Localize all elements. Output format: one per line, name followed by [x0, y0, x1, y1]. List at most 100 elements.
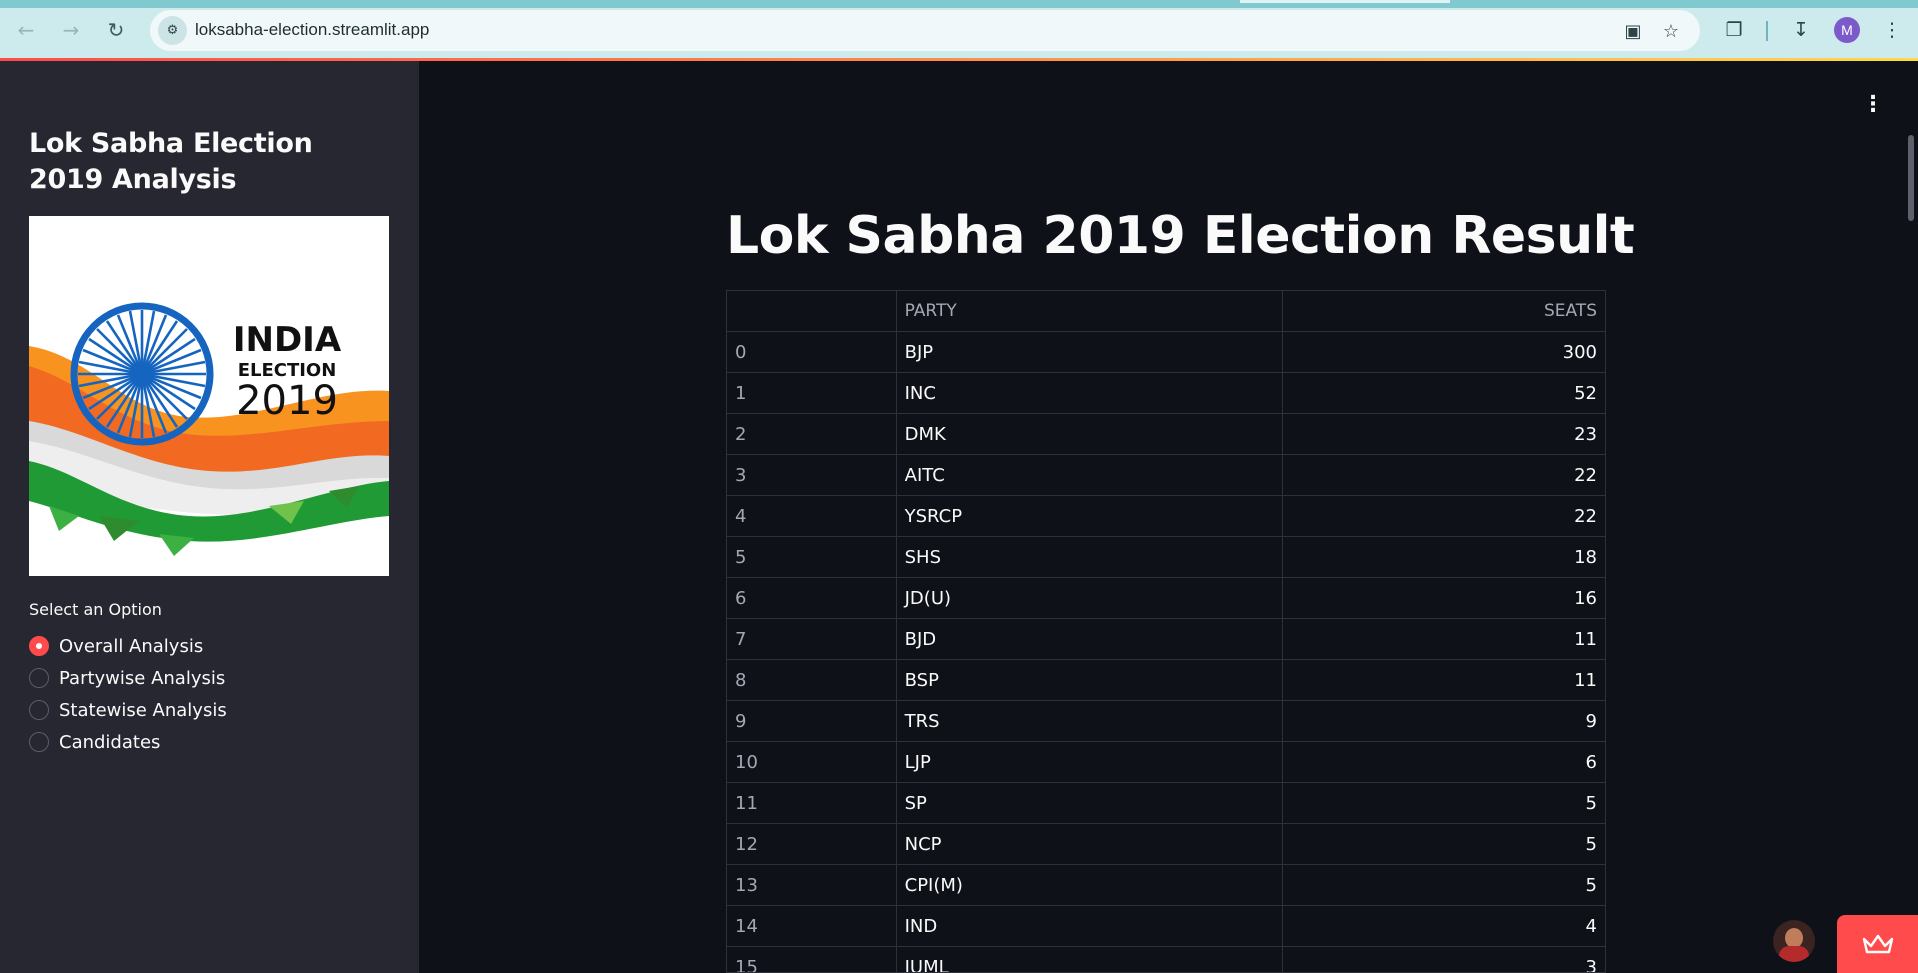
- seats-cell[interactable]: 5: [1283, 824, 1605, 865]
- table-row[interactable]: 0 BJP 300: [727, 332, 1605, 373]
- party-column-header[interactable]: PARTY: [897, 291, 1283, 332]
- row-index[interactable]: 4: [727, 496, 897, 537]
- seats-cell[interactable]: 300: [1283, 332, 1605, 373]
- browser-menu-icon[interactable]: ⋮: [1876, 14, 1908, 46]
- table-row[interactable]: 2 DMK 23: [727, 414, 1605, 455]
- radio-partywise-analysis[interactable]: Partywise Analysis: [29, 662, 227, 694]
- streamlit-crown-button[interactable]: [1837, 915, 1918, 973]
- seats-cell[interactable]: 18: [1283, 537, 1605, 578]
- radio-label[interactable]: Candidates: [59, 732, 160, 753]
- radio-label[interactable]: Partywise Analysis: [59, 668, 225, 689]
- page-scrollbar[interactable]: [1908, 135, 1914, 221]
- radio-candidates[interactable]: Candidates: [29, 726, 227, 758]
- row-index[interactable]: 1: [727, 373, 897, 414]
- party-cell[interactable]: CPI(M): [897, 865, 1283, 906]
- election-graphic: INDIA ELECTION 2019: [29, 302, 389, 556]
- seats-cell[interactable]: 5: [1283, 865, 1605, 906]
- seats-cell[interactable]: 4: [1283, 906, 1605, 947]
- row-index[interactable]: 15: [727, 947, 897, 972]
- row-index[interactable]: 14: [727, 906, 897, 947]
- seats-cell[interactable]: 6: [1283, 742, 1605, 783]
- row-index[interactable]: 3: [727, 455, 897, 496]
- party-cell[interactable]: BSP: [897, 660, 1283, 701]
- seats-column-header[interactable]: SEATS: [1283, 291, 1605, 332]
- seats-cell[interactable]: 23: [1283, 414, 1605, 455]
- party-cell[interactable]: DMK: [897, 414, 1283, 455]
- page-title: Lok Sabha 2019 Election Result: [726, 206, 1635, 266]
- row-index[interactable]: 11: [727, 783, 897, 824]
- row-index[interactable]: 6: [727, 578, 897, 619]
- table-row[interactable]: 13 CPI(M) 5: [727, 865, 1605, 906]
- row-index[interactable]: 7: [727, 619, 897, 660]
- party-cell[interactable]: TRS: [897, 701, 1283, 742]
- party-cell[interactable]: IUML: [897, 947, 1283, 972]
- radio-label[interactable]: Overall Analysis: [59, 636, 203, 657]
- row-index[interactable]: 5: [727, 537, 897, 578]
- row-index[interactable]: 12: [727, 824, 897, 865]
- party-cell[interactable]: IND: [897, 906, 1283, 947]
- install-app-icon[interactable]: ▣: [1620, 18, 1646, 44]
- table-row[interactable]: 15 IUML 3: [727, 947, 1605, 972]
- analysis-radio-group: Overall Analysis Partywise Analysis Stat…: [29, 630, 227, 758]
- election-results-table[interactable]: PARTY SEATS 0 BJP 300 1 INC 52 2 DMK 23 3 AITC 22 4 Y…: [726, 290, 1606, 973]
- address-bar[interactable]: ⚙ loksabha-election.streamlit.app ▣ ☆: [150, 10, 1700, 51]
- table-row[interactable]: 14 IND 4: [727, 906, 1605, 947]
- row-index[interactable]: 13: [727, 865, 897, 906]
- table-row[interactable]: 3 AITC 22: [727, 455, 1605, 496]
- radio-statewise-analysis[interactable]: Statewise Analysis: [29, 694, 227, 726]
- seats-cell[interactable]: 16: [1283, 578, 1605, 619]
- row-index[interactable]: 0: [727, 332, 897, 373]
- party-cell[interactable]: BJP: [897, 332, 1283, 373]
- party-cell[interactable]: INC: [897, 373, 1283, 414]
- url-text[interactable]: loksabha-election.streamlit.app: [195, 20, 429, 40]
- seats-cell[interactable]: 5: [1283, 783, 1605, 824]
- radio-button[interactable]: [29, 700, 49, 720]
- party-cell[interactable]: JD(U): [897, 578, 1283, 619]
- radio-label[interactable]: Statewise Analysis: [59, 700, 227, 721]
- seats-cell[interactable]: 11: [1283, 660, 1605, 701]
- index-column-header: [727, 291, 897, 332]
- bookmark-star-icon[interactable]: ☆: [1658, 18, 1684, 44]
- image-line1: INDIA: [233, 320, 342, 360]
- download-icon[interactable]: ↧: [1785, 14, 1817, 46]
- row-index[interactable]: 2: [727, 414, 897, 455]
- table-row[interactable]: 7 BJD 11: [727, 619, 1605, 660]
- row-index[interactable]: 9: [727, 701, 897, 742]
- table-row[interactable]: 8 BSP 11: [727, 660, 1605, 701]
- seats-cell[interactable]: 3: [1283, 947, 1605, 972]
- main-menu-icon[interactable]: ⋮: [1862, 92, 1884, 118]
- party-cell[interactable]: SHS: [897, 537, 1283, 578]
- party-cell[interactable]: SP: [897, 783, 1283, 824]
- table-row[interactable]: 11 SP 5: [727, 783, 1605, 824]
- table-row[interactable]: 5 SHS 18: [727, 537, 1605, 578]
- radio-button[interactable]: [29, 668, 49, 688]
- table-row[interactable]: 4 YSRCP 22: [727, 496, 1605, 537]
- reload-icon[interactable]: ↻: [100, 14, 132, 46]
- seats-cell[interactable]: 52: [1283, 373, 1605, 414]
- table-row[interactable]: 9 TRS 9: [727, 701, 1605, 742]
- radio-button-checked[interactable]: [29, 636, 49, 656]
- party-cell[interactable]: LJP: [897, 742, 1283, 783]
- forward-icon[interactable]: →: [55, 14, 87, 46]
- table-row[interactable]: 1 INC 52: [727, 373, 1605, 414]
- table-row[interactable]: 6 JD(U) 16: [727, 578, 1605, 619]
- extensions-icon[interactable]: ❐: [1718, 14, 1750, 46]
- table-row[interactable]: 10 LJP 6: [727, 742, 1605, 783]
- row-index[interactable]: 8: [727, 660, 897, 701]
- back-icon[interactable]: ←: [10, 14, 42, 46]
- party-cell[interactable]: YSRCP: [897, 496, 1283, 537]
- party-cell[interactable]: NCP: [897, 824, 1283, 865]
- site-info-icon[interactable]: ⚙: [158, 16, 187, 45]
- table-row[interactable]: 12 NCP 5: [727, 824, 1605, 865]
- seats-cell[interactable]: 11: [1283, 619, 1605, 660]
- seats-cell[interactable]: 22: [1283, 496, 1605, 537]
- row-index[interactable]: 10: [727, 742, 897, 783]
- seats-cell[interactable]: 9: [1283, 701, 1605, 742]
- party-cell[interactable]: BJD: [897, 619, 1283, 660]
- creator-avatar[interactable]: [1773, 920, 1815, 962]
- seats-cell[interactable]: 22: [1283, 455, 1605, 496]
- radio-button[interactable]: [29, 732, 49, 752]
- profile-avatar[interactable]: M: [1834, 17, 1860, 43]
- radio-overall-analysis[interactable]: Overall Analysis: [29, 630, 227, 662]
- party-cell[interactable]: AITC: [897, 455, 1283, 496]
